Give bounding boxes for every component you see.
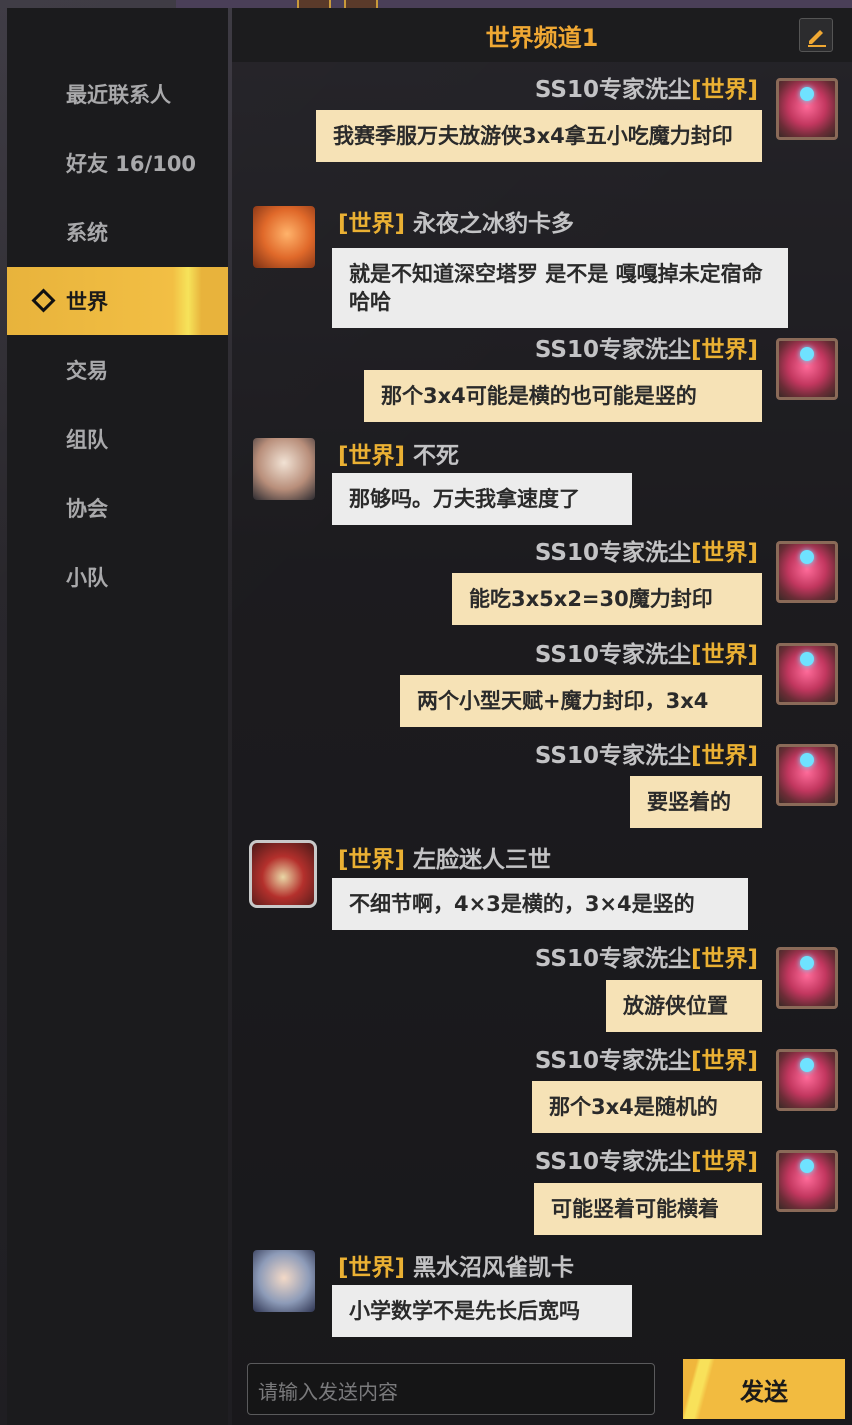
channel-tag: [世界]: [338, 1255, 406, 1281]
message-bubble[interactable]: 放游侠位置: [606, 980, 762, 1032]
sender-line: SS10专家洗尘[世界]: [535, 1142, 758, 1176]
sidebar-item-team[interactable]: 组队: [7, 405, 228, 473]
sidebar-item-label: 组队: [66, 428, 108, 452]
sender-name: 永夜之冰豹卡多: [413, 211, 575, 237]
chat-panel: 世界频道1 SS10专家洗尘[世界] 我赛季服万夫放游侠3x4拿五小吃魔力封印 …: [232, 8, 852, 1425]
sender-line: SS10专家洗尘[世界]: [535, 635, 758, 669]
sidebar-item-label: 好友 16/100: [66, 152, 197, 176]
avatar[interactable]: [253, 438, 315, 500]
sidebar-item-label: 系统: [66, 221, 108, 245]
sender-line: [世界] 黑水沼风雀凯卡: [338, 1248, 574, 1282]
message-bubble[interactable]: 小学数学不是先长后宽吗: [332, 1285, 632, 1337]
sidebar-item-world[interactable]: 世界: [7, 267, 228, 335]
channel-tag: [世界]: [690, 743, 758, 769]
sidebar-item-trade[interactable]: 交易: [7, 336, 228, 404]
channel-tag: [世界]: [338, 847, 406, 873]
avatar[interactable]: [776, 541, 838, 603]
avatar[interactable]: [249, 840, 317, 908]
message-bubble[interactable]: 那个3x4可能是横的也可能是竖的: [364, 370, 762, 422]
message-input[interactable]: 请输入发送内容: [247, 1363, 655, 1415]
channel-tag: [世界]: [690, 540, 758, 566]
sender-name: 左脸迷人三世: [413, 847, 552, 873]
channel-tag: [世界]: [690, 337, 758, 363]
top-strip: [176, 0, 852, 8]
edit-button[interactable]: [799, 18, 833, 52]
sender-line: SS10专家洗尘[世界]: [535, 939, 758, 973]
sidebar-item-label: 交易: [66, 359, 108, 383]
avatar[interactable]: [776, 1150, 838, 1212]
message-bubble[interactable]: 两个小型天赋+魔力封印，3x4: [400, 675, 762, 727]
channel-tag: [世界]: [690, 1149, 758, 1175]
message-bubble[interactable]: 要竖着的: [630, 776, 762, 828]
chat-header: 世界频道1: [232, 8, 852, 62]
sender-line: [世界] 永夜之冰豹卡多: [338, 204, 574, 238]
sender-line: SS10专家洗尘[世界]: [535, 533, 758, 567]
sidebar-item-recent[interactable]: 最近联系人: [7, 60, 228, 128]
sidebar-item-squad[interactable]: 小队: [7, 543, 228, 611]
sender-name: 不死: [413, 443, 460, 469]
sender-line: [世界] 不死: [338, 436, 459, 470]
channel-tag: [世界]: [690, 946, 758, 972]
sidebar-item-label: 最近联系人: [66, 83, 171, 107]
sidebar-item-label: 小队: [66, 566, 108, 590]
message-bubble[interactable]: 那够吗。万夫我拿速度了: [332, 473, 632, 525]
page-title: 世界频道1: [485, 24, 599, 52]
sender-line: SS10专家洗尘[世界]: [535, 330, 758, 364]
sidebar-item-system[interactable]: 系统: [7, 198, 228, 266]
message-bubble[interactable]: 可能竖着可能横着: [534, 1183, 762, 1235]
sender-name: SS10专家洗尘: [534, 77, 691, 103]
message-bubble[interactable]: 不细节啊，4×3是横的，3×4是竖的: [332, 878, 748, 930]
pencil-icon: [808, 30, 826, 47]
avatar[interactable]: [776, 643, 838, 705]
sender-name: SS10专家洗尘: [534, 642, 691, 668]
channel-tag: [世界]: [338, 211, 406, 237]
sender-name: SS10专家洗尘: [534, 337, 691, 363]
channel-tag: [世界]: [690, 642, 758, 668]
sidebar-item-friends[interactable]: 好友 16/100: [7, 129, 228, 197]
avatar[interactable]: [776, 744, 838, 806]
sender-line: [世界] 左脸迷人三世: [338, 840, 551, 874]
sender-line: SS10专家洗尘[世界]: [535, 736, 758, 770]
message-bubble[interactable]: 我赛季服万夫放游侠3x4拿五小吃魔力封印: [316, 110, 762, 162]
message-bubble[interactable]: 那个3x4是随机的: [532, 1081, 762, 1133]
send-button-label: 发送: [740, 1377, 788, 1406]
channel-tag: [世界]: [338, 443, 406, 469]
avatar[interactable]: [776, 338, 838, 400]
avatar[interactable]: [776, 947, 838, 1009]
sender-name: SS10专家洗尘: [534, 743, 691, 769]
sidebar-item-guild[interactable]: 协会: [7, 474, 228, 542]
sender-name: SS10专家洗尘: [534, 540, 691, 566]
sender-name: SS10专家洗尘: [534, 1149, 691, 1175]
sidebar-item-label: 世界: [66, 290, 108, 314]
avatar[interactable]: [253, 206, 315, 268]
diamond-icon: [31, 288, 56, 313]
avatar[interactable]: [253, 1250, 315, 1312]
channel-tag: [世界]: [690, 1048, 758, 1074]
avatar[interactable]: [776, 78, 838, 140]
channel-tag: [世界]: [690, 77, 758, 103]
message-bubble[interactable]: 能吃3x5x2=30魔力封印: [452, 573, 762, 625]
sidebar-item-label: 协会: [66, 497, 108, 521]
send-button[interactable]: 发送: [683, 1359, 845, 1419]
sender-name: SS10专家洗尘: [534, 1048, 691, 1074]
sender-name: 黑水沼风雀凯卡: [413, 1255, 575, 1281]
channel-sidebar: 最近联系人 好友 16/100 系统 世界 交易 组队 协会 小队: [7, 8, 228, 1425]
sender-line: SS10专家洗尘[世界]: [535, 70, 758, 104]
message-bubble[interactable]: 就是不知道深空塔罗 是不是 嘎嘎掉未定宿命 哈哈: [332, 248, 788, 328]
sender-name: SS10专家洗尘: [534, 946, 691, 972]
avatar[interactable]: [776, 1049, 838, 1111]
sender-line: SS10专家洗尘[世界]: [535, 1041, 758, 1075]
